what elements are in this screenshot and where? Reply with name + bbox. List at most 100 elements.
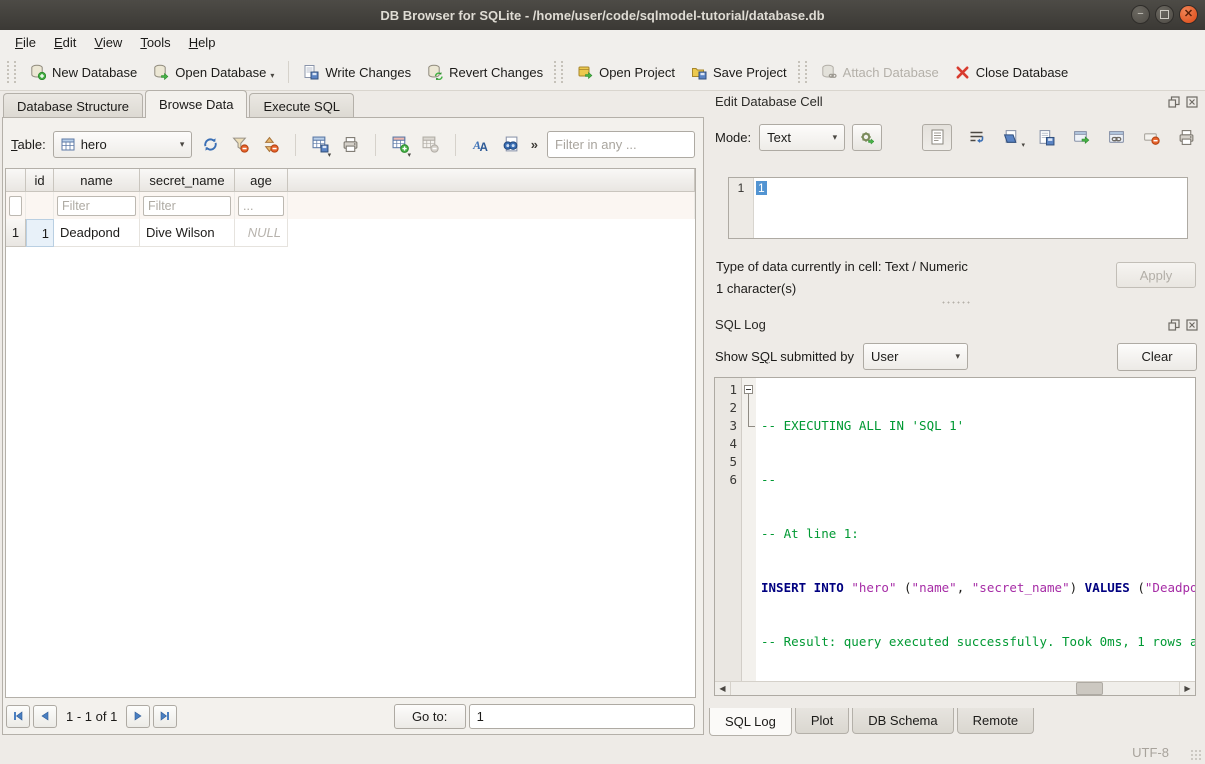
word-wrap-button[interactable] (965, 125, 987, 149)
resize-grip[interactable] (1190, 749, 1203, 762)
float-dock-button[interactable] (1167, 318, 1181, 332)
filter-any-input[interactable] (547, 131, 695, 158)
clear-log-button[interactable]: Clear (1117, 343, 1197, 371)
edit-display-format-button[interactable]: A A (469, 132, 492, 158)
attach-database-icon (821, 64, 837, 80)
menu-tools[interactable]: Tools (131, 32, 179, 53)
insert-record-dropdown-arrow[interactable]: ▾ (407, 151, 411, 159)
cell-editor-content[interactable]: 1 (754, 178, 769, 238)
row-header[interactable]: 1 (6, 219, 26, 247)
minimize-button[interactable]: − (1131, 5, 1150, 24)
find-in-table-button[interactable] (499, 132, 522, 158)
data-grid: id name secret_name age 1 1 Deadpond Div… (5, 168, 696, 698)
filter-input-secret-name[interactable] (143, 196, 231, 216)
open-project-button[interactable]: Open Project (569, 60, 683, 84)
menu-file[interactable]: File (6, 32, 45, 53)
import-cell-data-button[interactable]: ▾ (1000, 125, 1022, 149)
cell-secret-name[interactable]: Dive Wilson (140, 219, 235, 247)
open-database-dropdown-arrow[interactable]: ▾ (270, 71, 274, 80)
scroll-right-arrow[interactable]: ▶ (1179, 682, 1195, 695)
text-mode-toggle[interactable] (922, 124, 952, 151)
new-database-button[interactable]: New Database (22, 60, 145, 84)
horizontal-scrollbar[interactable]: ◀ ▶ (715, 681, 1195, 695)
scrollbar-thumb[interactable] (1076, 682, 1103, 695)
titlebar[interactable]: DB Browser for SQLite - /home/user/code/… (0, 0, 1205, 31)
dock-tab-db-schema[interactable]: DB Schema (852, 708, 953, 734)
dock-splitter-handle[interactable] (941, 300, 971, 305)
sql-fold-margin[interactable] (742, 378, 756, 681)
refresh-button[interactable] (199, 132, 222, 158)
dock-tab-remote[interactable]: Remote (957, 708, 1035, 734)
close-button[interactable]: ✕ (1179, 5, 1198, 24)
filter-input-id[interactable] (9, 196, 22, 216)
float-dock-button[interactable] (1167, 95, 1181, 109)
column-header-name[interactable]: name (54, 169, 140, 192)
sql-log-editor[interactable]: 1 2 3 4 5 6 -- EXECUTING ALL IN 'SQL 1' (714, 377, 1196, 696)
mode-combobox[interactable]: Text ▾ (759, 124, 845, 151)
close-dock-button[interactable] (1185, 95, 1199, 109)
insert-record-button[interactable]: ▾ (389, 132, 412, 158)
table-combobox[interactable]: hero ▾ (53, 131, 193, 158)
toolbar-drag-handle[interactable] (7, 61, 16, 83)
import-dropdown-arrow[interactable]: ▾ (1021, 141, 1025, 149)
revert-changes-label: Revert Changes (449, 65, 543, 80)
first-record-button[interactable] (6, 705, 30, 728)
write-changes-button[interactable]: Write Changes (295, 60, 419, 84)
menu-edit[interactable]: Edit (45, 32, 85, 53)
column-header-id[interactable]: id (26, 169, 54, 192)
toolbar-overflow-chevron[interactable]: » (531, 137, 538, 152)
goto-input[interactable] (469, 704, 695, 729)
sql-line: -- (761, 471, 1195, 489)
cell-age[interactable]: NULL (235, 219, 288, 247)
menu-help[interactable]: Help (180, 32, 225, 53)
mode-combobox-value: Text (767, 130, 791, 145)
svg-text:A: A (479, 141, 488, 153)
cell-editor[interactable]: 1 1 (728, 177, 1188, 239)
maximize-button[interactable] (1155, 5, 1174, 24)
dock-tab-plot[interactable]: Plot (795, 708, 849, 734)
toolbar-drag-handle[interactable] (554, 61, 563, 83)
menu-view[interactable]: View (85, 32, 131, 53)
export-cell-data-button[interactable] (1035, 125, 1057, 149)
print-cell-button[interactable] (1175, 125, 1197, 149)
save-table-dropdown-arrow[interactable]: ▾ (328, 151, 332, 159)
toolbar-drag-handle[interactable] (798, 61, 807, 83)
sql-source-combobox[interactable]: User ▾ (863, 343, 968, 370)
save-project-button[interactable]: Save Project (683, 60, 795, 84)
close-dock-button[interactable] (1185, 318, 1199, 332)
last-record-button[interactable] (153, 705, 177, 728)
cell-id[interactable]: 1 (26, 219, 54, 247)
open-in-external-button[interactable] (1070, 125, 1092, 149)
close-database-button[interactable]: Close Database (947, 61, 1077, 84)
save-file-icon (1038, 129, 1055, 146)
cell-name[interactable]: Deadpond (54, 219, 140, 247)
open-database-button[interactable]: Open Database ▾ (145, 60, 282, 84)
clear-filters-button[interactable] (229, 132, 252, 158)
tab-browse-data[interactable]: Browse Data (145, 90, 247, 118)
grid-corner-cell[interactable] (6, 169, 26, 192)
goto-button[interactable]: Go to: (394, 704, 466, 729)
clear-sorting-button[interactable] (259, 132, 282, 158)
tab-database-structure[interactable]: Database Structure (3, 93, 143, 118)
scrollbar-track[interactable] (731, 682, 1179, 695)
window-title: DB Browser for SQLite - /home/user/code/… (380, 8, 824, 23)
previous-record-button[interactable] (33, 705, 57, 728)
fold-collapse-icon[interactable] (744, 385, 753, 394)
filter-input-age[interactable] (238, 196, 284, 216)
filter-input-name[interactable] (57, 196, 136, 216)
delete-record-button (419, 132, 442, 158)
encoding-indicator[interactable]: UTF-8 (1132, 745, 1169, 760)
filter-cell-filler (288, 192, 695, 219)
print-table-button[interactable] (339, 132, 362, 158)
auto-switch-mode-button[interactable] (852, 124, 882, 151)
save-table-button[interactable]: ▾ (309, 132, 332, 158)
revert-changes-button[interactable]: Revert Changes (419, 60, 551, 84)
column-header-secret-name[interactable]: secret_name (140, 169, 235, 192)
next-record-button[interactable] (126, 705, 150, 728)
set-null-button[interactable] (1140, 125, 1162, 149)
copy-link-button[interactable] (1105, 125, 1127, 149)
dock-tab-sql-log[interactable]: SQL Log (709, 708, 792, 736)
scroll-left-arrow[interactable]: ◀ (715, 682, 731, 695)
column-header-age[interactable]: age (235, 169, 288, 192)
tab-execute-sql[interactable]: Execute SQL (249, 93, 354, 118)
